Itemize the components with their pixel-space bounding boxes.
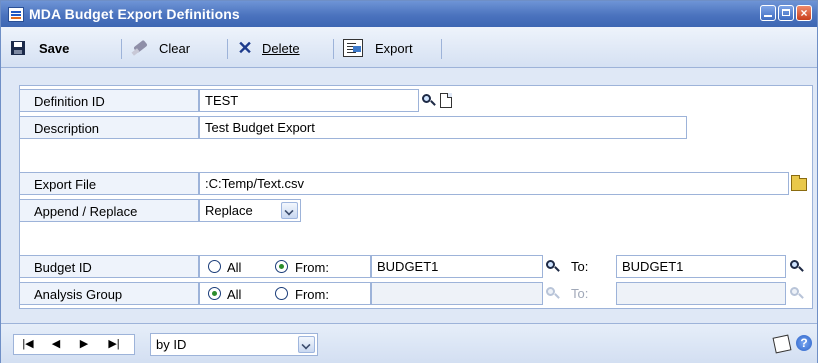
export-file-row: Export File :C:Temp/Text.csv (19, 172, 811, 195)
status-bar: |◀ ◀ ▶ ▶| by ID ? (1, 323, 817, 363)
delete-icon: ✕ (237, 38, 253, 58)
budget-id-from-radio[interactable] (275, 260, 288, 273)
note-icon[interactable] (772, 334, 792, 354)
lookup-handle (430, 100, 436, 106)
analysis-group-options: All From: (199, 282, 371, 305)
first-record-button[interactable]: |◀ (16, 335, 40, 354)
previous-record-button[interactable]: ◀ (44, 335, 68, 354)
export-button[interactable]: Export (343, 37, 413, 59)
analysis-group-from-radio[interactable] (275, 287, 288, 300)
toolbar-separator (227, 39, 228, 59)
window-title: MDA Budget Export Definitions (29, 6, 240, 22)
clear-label: Clear (159, 40, 191, 56)
budget-id-to-label: To: (571, 259, 589, 274)
next-record-button[interactable]: ▶ (72, 335, 96, 354)
toolbar-separator (441, 39, 442, 59)
close-icon: × (800, 6, 808, 20)
maximize-icon (782, 9, 790, 16)
save-label: Save (39, 40, 70, 56)
new-icon[interactable] (440, 93, 452, 108)
description-row: Description Test Budget Export (19, 116, 811, 139)
window: MDA Budget Export Definitions × Save Cle… (0, 0, 818, 363)
budget-id-all-radio[interactable] (208, 260, 221, 273)
append-replace-row: Append / Replace Replace (19, 199, 811, 222)
budget-id-options: All From: (199, 255, 371, 278)
record-navigation: |◀ ◀ ▶ ▶| (13, 334, 135, 355)
budget-id-from-field[interactable]: BUDGET1 (371, 255, 543, 278)
budget-id-to-lookup[interactable] (789, 259, 804, 273)
budget-id-all-label: All (227, 260, 242, 275)
analysis-group-from-label: From: (295, 287, 329, 302)
definition-id-row: Definition ID TEST (19, 89, 811, 112)
analysis-group-label: Analysis Group (19, 282, 199, 305)
analysis-group-row: Analysis Group All From: To: (19, 282, 811, 305)
analysis-group-to-field[interactable] (616, 282, 786, 305)
help-icon[interactable]: ? (796, 335, 812, 351)
analysis-group-from-lookup[interactable] (545, 286, 560, 300)
maximize-button[interactable] (778, 5, 794, 21)
export-icon (343, 39, 363, 57)
budget-id-to-field[interactable]: BUDGET1 (616, 255, 786, 278)
lookup-handle (798, 293, 804, 299)
budget-id-from-label: From: (295, 260, 329, 275)
export-file-field[interactable]: :C:Temp/Text.csv (199, 172, 789, 195)
definition-id-lookup[interactable] (421, 93, 436, 107)
definition-id-label: Definition ID (19, 89, 199, 112)
clear-icon (131, 40, 149, 56)
sort-order-value: by ID (156, 337, 187, 352)
analysis-group-all-label: All (227, 287, 242, 302)
definition-id-field[interactable]: TEST (199, 89, 419, 112)
toolbar-separator (333, 39, 334, 59)
folder-icon[interactable] (791, 175, 807, 191)
lookup-handle (554, 293, 560, 299)
delete-label: Delete (262, 40, 300, 56)
append-replace-dropdown[interactable]: Replace (199, 199, 301, 222)
app-icon (8, 7, 24, 22)
analysis-group-to-lookup[interactable] (789, 286, 804, 300)
toolbar-separator (121, 39, 122, 59)
lookup-handle (798, 266, 804, 272)
budget-id-row: Budget ID All From: BUDGET1 To: BUDGET1 (19, 255, 811, 278)
last-record-button[interactable]: ▶| (102, 335, 126, 354)
description-field[interactable]: Test Budget Export (199, 116, 687, 139)
append-replace-value: Replace (205, 203, 253, 218)
analysis-group-from-field[interactable] (371, 282, 543, 305)
title-bar: MDA Budget Export Definitions × (1, 1, 817, 27)
toolbar: Save Clear ✕ Delete Export (1, 27, 817, 68)
budget-id-from-lookup[interactable] (545, 259, 560, 273)
minimize-icon (764, 15, 772, 17)
budget-id-label: Budget ID (19, 255, 199, 278)
lookup-handle (554, 266, 560, 272)
minimize-button[interactable] (760, 5, 776, 21)
clear-button[interactable]: Clear (131, 37, 190, 59)
sort-order-dropdown[interactable]: by ID (150, 333, 318, 356)
save-icon (11, 41, 25, 55)
description-label: Description (19, 116, 199, 139)
analysis-group-all-radio[interactable] (208, 287, 221, 300)
delete-button[interactable]: ✕ Delete (237, 37, 300, 59)
close-button[interactable]: × (796, 5, 812, 21)
append-replace-label: Append / Replace (19, 199, 199, 222)
chevron-down-icon[interactable] (281, 202, 298, 219)
chevron-down-icon[interactable] (298, 336, 315, 353)
analysis-group-to-label: To: (571, 286, 589, 301)
export-label: Export (375, 40, 413, 56)
export-file-label: Export File (19, 172, 199, 195)
save-button[interactable]: Save (11, 37, 69, 59)
